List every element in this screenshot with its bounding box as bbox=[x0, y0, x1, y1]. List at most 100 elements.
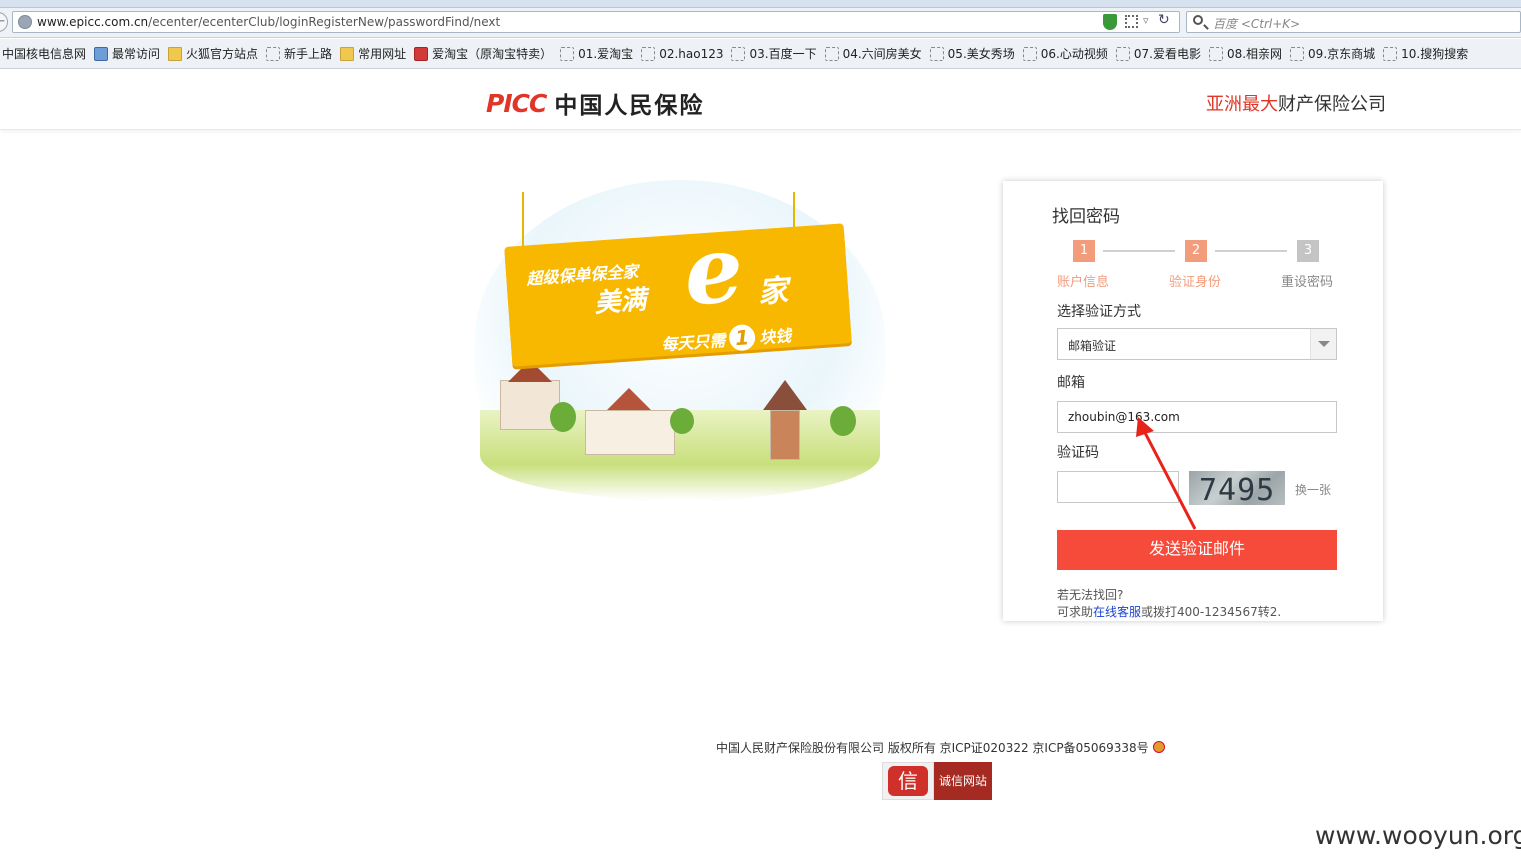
promo-line2b: 家 bbox=[756, 273, 790, 311]
bookmark-item[interactable]: 最常访问 bbox=[94, 44, 160, 64]
url-text[interactable]: www.epicc.com.cn/ecenter/ecenterClub/log… bbox=[37, 15, 500, 29]
step-1-label: 账户信息 bbox=[1057, 275, 1110, 290]
copyright-text: 中国人民财产保险股份有限公司 版权所有 京ICP证020322 京ICP备050… bbox=[716, 741, 1149, 755]
most-visited-icon bbox=[94, 46, 109, 61]
bookmark-label: 07.爱看电影 bbox=[1133, 47, 1201, 61]
url-path: /ecenter/ecenterClub/loginRegisterNew/pa… bbox=[148, 15, 501, 29]
step-connector bbox=[1103, 250, 1175, 252]
bookmark-item[interactable]: 04.六间房美女 bbox=[824, 44, 922, 64]
bookmarks-bar: 中国核电信息网 最常访问 火狐官方站点 新手上路 常用网址 爱淘宝（原淘宝特卖） 01.爱淘… bbox=[0, 39, 1521, 69]
page-icon bbox=[1115, 46, 1130, 61]
page-icon bbox=[1022, 46, 1037, 61]
header-slogan: 亚洲最大财产保险公司 bbox=[1206, 90, 1386, 116]
verification-method-select[interactable]: 邮箱验证 bbox=[1057, 328, 1337, 360]
bookmark-label: 爱淘宝（原淘宝特卖） bbox=[432, 47, 553, 61]
promo-line3-a: 每天只需 bbox=[660, 330, 726, 355]
back-button[interactable]: ← bbox=[0, 12, 8, 32]
bookmark-item[interactable]: 火狐官方站点 bbox=[168, 44, 258, 64]
tree-illustration bbox=[670, 408, 694, 434]
site-header: PICC 中国人民保险 亚洲最大财产保险公司 bbox=[0, 70, 1521, 130]
online-service-link[interactable]: 在线客服 bbox=[1093, 605, 1141, 619]
help-prefix: 可求助 bbox=[1057, 605, 1094, 619]
chevron-down-icon bbox=[1318, 341, 1330, 347]
annotation-arrow-head bbox=[1136, 417, 1154, 437]
refresh-captcha-link[interactable]: 换一张 bbox=[1295, 481, 1331, 498]
help-contact: 可求助在线客服或拨打400-1234567转2. bbox=[1057, 603, 1281, 620]
step-connector bbox=[1215, 250, 1287, 252]
tree-illustration bbox=[550, 402, 576, 432]
globe-icon bbox=[18, 15, 32, 29]
bookmark-item[interactable]: 10.搜狗搜索 bbox=[1383, 44, 1468, 64]
page-icon bbox=[1290, 46, 1305, 61]
browser-toolbar: ← www.epicc.com.cn/ecenter/ecenterClub/l… bbox=[0, 8, 1521, 38]
step-3-badge: 3 bbox=[1297, 240, 1319, 262]
bookmark-item[interactable]: 爱淘宝（原淘宝特卖） bbox=[414, 44, 552, 64]
select-arrow-button[interactable] bbox=[1310, 329, 1336, 359]
tower-illustration bbox=[770, 410, 800, 460]
bookmark-label: 最常访问 bbox=[112, 47, 161, 61]
page-icon bbox=[266, 46, 281, 61]
bookmark-item[interactable]: 09.京东商城 bbox=[1290, 44, 1375, 64]
promo-line3-num: 1 bbox=[728, 323, 757, 352]
bookmark-item[interactable]: 05.美女秀场 bbox=[929, 44, 1015, 64]
step-1-badge: 1 bbox=[1073, 240, 1095, 262]
shield-icon[interactable] bbox=[1103, 14, 1117, 30]
tree-illustration bbox=[830, 406, 856, 436]
folder-icon bbox=[168, 46, 183, 61]
qr-code-icon[interactable] bbox=[1125, 15, 1138, 28]
bookmark-item[interactable]: 常用网址 bbox=[340, 44, 406, 64]
bookmark-item[interactable]: 03.百度一下 bbox=[731, 44, 817, 64]
step-3-label: 重设密码 bbox=[1281, 275, 1334, 290]
bookmark-label: 05.美女秀场 bbox=[947, 47, 1015, 61]
bookmark-item[interactable]: 01.爱淘宝 bbox=[560, 44, 633, 64]
church-illustration bbox=[585, 410, 675, 455]
logo-picc-text: PICC bbox=[486, 88, 547, 118]
logo-chinese-text: 中国人民保险 bbox=[554, 93, 705, 119]
page-icon bbox=[929, 46, 944, 61]
search-input[interactable]: 百度 <Ctrl+K> bbox=[1186, 11, 1521, 33]
search-placeholder: 百度 <Ctrl+K> bbox=[1213, 17, 1301, 31]
method-value: 邮箱验证 bbox=[1068, 339, 1117, 353]
annotation-arrow bbox=[1136, 417, 1197, 530]
bookmark-label: 常用网址 bbox=[358, 47, 407, 61]
promo-big-e: e bbox=[680, 214, 747, 327]
captcha-label: 验证码 bbox=[1057, 445, 1099, 461]
trust-seal: 信 bbox=[882, 762, 934, 800]
picc-logo[interactable]: PICC 中国人民保险 bbox=[486, 86, 704, 120]
slogan-rest: 财产保险公司 bbox=[1278, 94, 1386, 115]
police-badge-icon[interactable] bbox=[1152, 741, 1165, 753]
bookmark-label: 03.百度一下 bbox=[749, 47, 817, 61]
step-2-badge: 2 bbox=[1185, 240, 1207, 262]
page-icon bbox=[731, 46, 746, 61]
bookmark-item[interactable]: 06.心动视频 bbox=[1022, 44, 1108, 64]
card-title: 找回密码 bbox=[1052, 207, 1120, 227]
url-host: www.epicc.com.cn bbox=[37, 15, 149, 29]
trust-badge[interactable]: 信 诚信网站 bbox=[882, 762, 992, 800]
taobao-icon bbox=[414, 46, 429, 61]
church-roof-illustration bbox=[607, 388, 651, 410]
page-icon bbox=[641, 46, 656, 61]
chevron-down-icon[interactable]: ▿ bbox=[1143, 14, 1149, 27]
bookmark-item[interactable]: 中国核电信息网 bbox=[2, 44, 86, 64]
bookmark-label: 04.六间房美女 bbox=[842, 47, 922, 61]
slogan-highlight: 亚洲最大 bbox=[1206, 94, 1278, 115]
step-2-label: 验证身份 bbox=[1169, 275, 1222, 290]
bookmark-label: 中国核电信息网 bbox=[2, 47, 87, 61]
folder-icon bbox=[340, 46, 355, 61]
address-bar[interactable]: www.epicc.com.cn/ecenter/ecenterClub/log… bbox=[12, 11, 1180, 33]
sign-rope-left bbox=[522, 192, 524, 252]
email-label: 邮箱 bbox=[1057, 375, 1085, 391]
reload-icon[interactable]: ↻ bbox=[1158, 12, 1170, 28]
bookmark-label: 10.搜狗搜索 bbox=[1401, 47, 1469, 61]
method-label: 选择验证方式 bbox=[1057, 304, 1141, 320]
footer-copyright: 中国人民财产保险股份有限公司 版权所有 京ICP证020322 京ICP备050… bbox=[716, 739, 1165, 756]
promo-line3-b: 块钱 bbox=[758, 326, 792, 348]
bookmark-label: 06.心动视频 bbox=[1040, 47, 1108, 61]
browser-tab-strip bbox=[0, 0, 1521, 8]
bookmark-item[interactable]: 08.相亲网 bbox=[1208, 44, 1282, 64]
bookmark-item[interactable]: 新手上路 bbox=[266, 44, 332, 64]
bookmark-label: 火狐官方站点 bbox=[186, 47, 259, 61]
bookmark-label: 02.hao123 bbox=[659, 46, 724, 61]
bookmark-item[interactable]: 02.hao123 bbox=[641, 44, 723, 64]
bookmark-item[interactable]: 07.爱看电影 bbox=[1115, 44, 1201, 64]
